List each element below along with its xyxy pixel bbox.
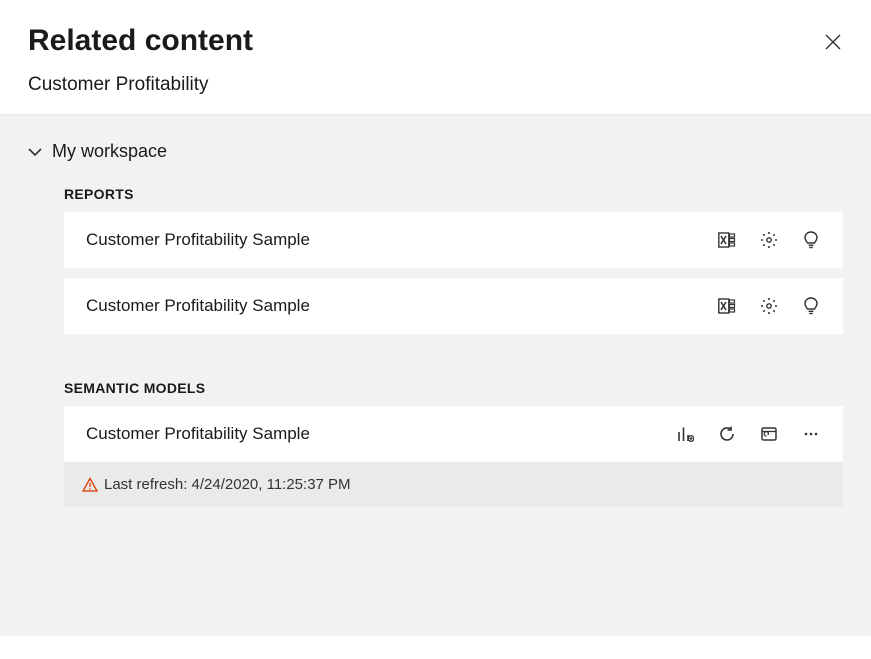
warning-icon [82, 477, 98, 493]
refresh-button[interactable] [717, 424, 737, 444]
last-refresh-text: Last refresh: 4/24/2020, 11:25:37 PM [104, 476, 351, 493]
close-icon [825, 34, 841, 50]
workspace-toggle[interactable]: My workspace [28, 141, 843, 162]
report-item[interactable]: Customer Profitability Sample [64, 278, 843, 334]
schedule-icon [760, 425, 778, 443]
panel-header: Related content Customer Profitability [0, 0, 871, 115]
insights-button[interactable] [801, 296, 821, 316]
section-title-semantic-models: SEMANTIC MODELS [64, 380, 843, 396]
section-title-reports: REPORTS [64, 186, 843, 202]
more-icon [802, 425, 820, 443]
schedule-refresh-button[interactable] [759, 424, 779, 444]
panel-content: My workspace REPORTS Customer Profitabil… [0, 115, 871, 636]
excel-icon [718, 297, 736, 315]
more-options-button[interactable] [801, 424, 821, 444]
create-report-button[interactable] [675, 424, 695, 444]
panel-subtitle: Customer Profitability [28, 74, 843, 96]
settings-button[interactable] [759, 230, 779, 250]
report-item-label: Customer Profitability Sample [86, 296, 310, 316]
settings-button[interactable] [759, 296, 779, 316]
lightbulb-icon [803, 231, 819, 249]
panel-title: Related content [28, 24, 843, 58]
analyze-in-excel-button[interactable] [717, 296, 737, 316]
gear-icon [760, 297, 778, 315]
analyze-in-excel-button[interactable] [717, 230, 737, 250]
report-item-actions [717, 296, 821, 316]
gear-icon [760, 231, 778, 249]
excel-icon [718, 231, 736, 249]
insights-button[interactable] [801, 230, 821, 250]
semantic-model-item[interactable]: Customer Profitability Sample [64, 406, 843, 462]
lightbulb-icon [803, 297, 819, 315]
report-item-actions [717, 230, 821, 250]
report-item[interactable]: Customer Profitability Sample [64, 212, 843, 268]
chart-icon [676, 425, 694, 443]
last-refresh-row: Last refresh: 4/24/2020, 11:25:37 PM [64, 462, 843, 507]
workspace-label: My workspace [52, 141, 167, 162]
semantic-model-item-actions [675, 424, 821, 444]
report-item-label: Customer Profitability Sample [86, 230, 310, 250]
refresh-icon [718, 425, 736, 443]
close-button[interactable] [819, 28, 847, 56]
chevron-down-icon [28, 147, 42, 157]
semantic-model-item-label: Customer Profitability Sample [86, 424, 310, 444]
